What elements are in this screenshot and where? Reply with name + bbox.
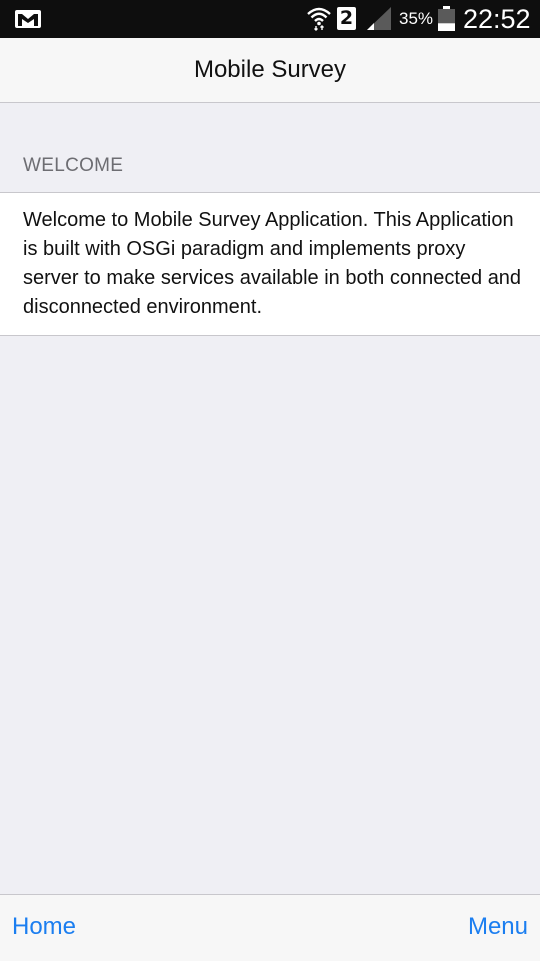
- sim-slot-icon: 2: [337, 7, 356, 30]
- welcome-card: Welcome to Mobile Survey Application. Th…: [0, 192, 540, 336]
- status-bar: 2 35% 22:52: [0, 0, 540, 38]
- gmail-icon: [15, 10, 41, 28]
- section-header-welcome: WELCOME: [23, 155, 124, 176]
- battery-icon: [438, 6, 455, 31]
- bottom-toolbar: Home Menu: [0, 894, 540, 961]
- wifi-icon: [307, 7, 331, 31]
- battery-percent: 35%: [399, 9, 434, 28]
- menu-button[interactable]: Menu: [468, 912, 528, 942]
- navigation-bar: Mobile Survey: [0, 38, 540, 103]
- signal-icon: [367, 7, 391, 30]
- welcome-text: Welcome to Mobile Survey Application. Th…: [23, 209, 522, 318]
- clock: 22:52: [463, 4, 531, 34]
- home-button[interactable]: Home: [12, 912, 76, 942]
- page-title: Mobile Survey: [193, 56, 347, 83]
